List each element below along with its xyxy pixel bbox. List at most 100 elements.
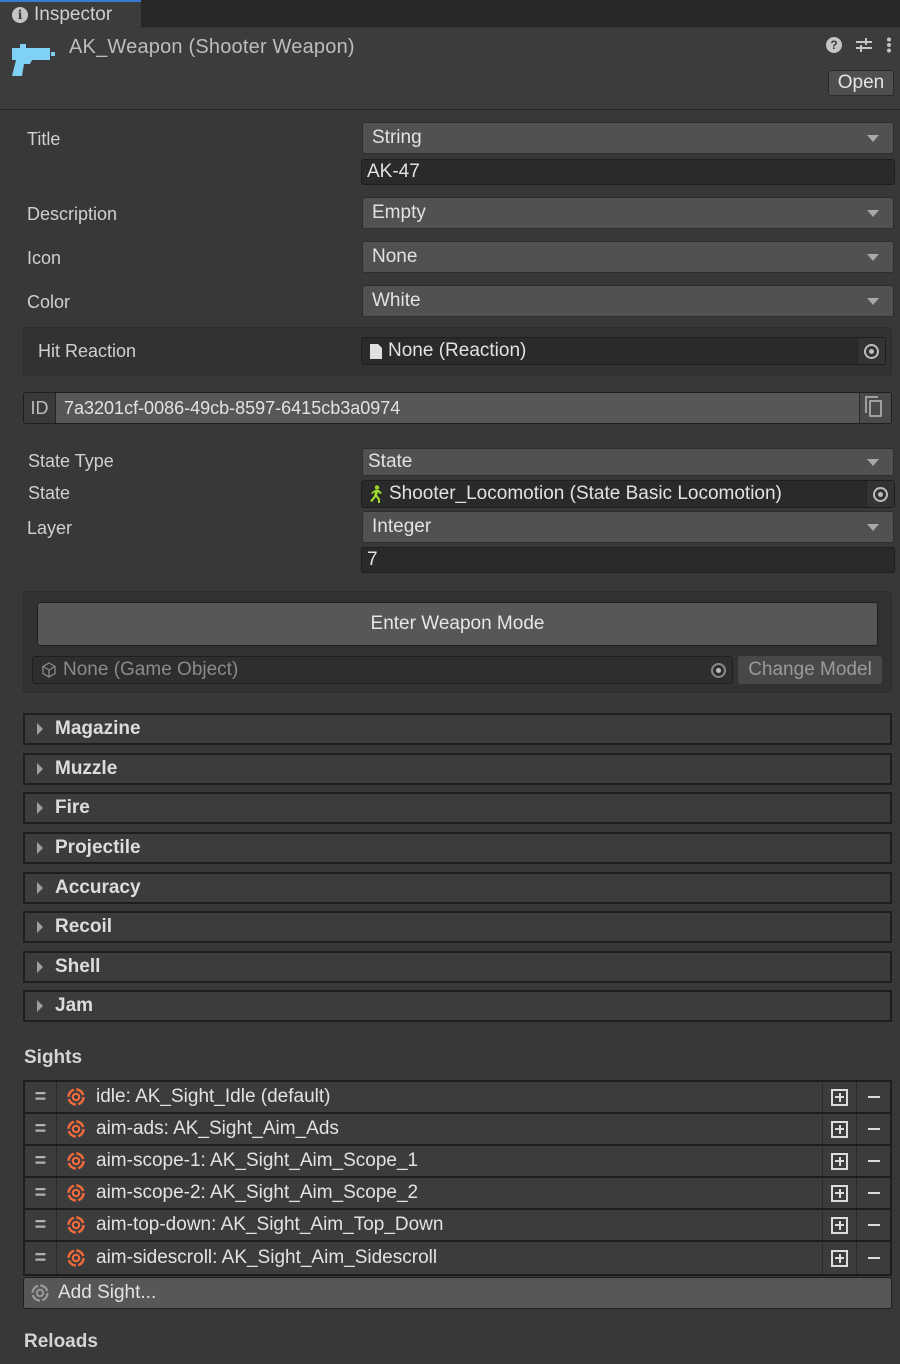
sight-target-icon [67, 1088, 85, 1106]
drag-handle-icon[interactable]: = [25, 1146, 57, 1176]
title-type-dropdown[interactable]: String [362, 122, 894, 154]
sight-target-icon [67, 1216, 85, 1234]
state-type-dropdown[interactable]: State [362, 448, 894, 476]
foldout-label: Muzzle [55, 758, 118, 779]
chevron-down-icon [867, 135, 879, 142]
sight-target-icon [31, 1284, 49, 1302]
expand-button[interactable] [822, 1114, 856, 1144]
tab-inspector[interactable]: i Inspector [0, 0, 141, 28]
model-field[interactable]: None (Game Object) [32, 656, 733, 684]
state-type-label: State Type [28, 451, 114, 471]
sight-label: aim-sidescroll: AK_Sight_Aim_Sidescroll [96, 1247, 438, 1268]
color-label: Color [27, 292, 71, 312]
object-picker-button[interactable] [704, 657, 732, 683]
sight-target-icon [67, 1152, 85, 1170]
foldout-label: Shell [55, 956, 101, 977]
foldout-recoil[interactable]: Recoil [23, 911, 892, 943]
expand-button[interactable] [822, 1082, 856, 1112]
object-picker-button[interactable] [857, 338, 885, 364]
open-button[interactable]: Open [828, 70, 894, 96]
expand-button[interactable] [822, 1242, 856, 1274]
foldout-label: Fire [55, 797, 90, 818]
caret-right-icon [37, 802, 43, 814]
foldout-label: Recoil [55, 916, 113, 937]
expand-button[interactable] [822, 1178, 856, 1208]
sight-row[interactable]: = idle: AK_Sight_Idle (default) [25, 1082, 890, 1114]
caret-right-icon [37, 842, 43, 854]
icon-label: Icon [27, 248, 62, 268]
foldout-label: Jam [55, 995, 94, 1016]
enter-weapon-mode-button[interactable]: Enter Weapon Mode [37, 602, 878, 646]
foldout-shell[interactable]: Shell [23, 951, 892, 983]
chevron-down-icon [867, 524, 879, 531]
foldout-label: Projectile [55, 837, 141, 858]
state-field[interactable]: Shooter_Locomotion (State Basic Locomoti… [361, 480, 895, 508]
object-picker-button[interactable] [866, 481, 894, 507]
foldout-jam[interactable]: Jam [23, 990, 892, 1022]
add-sight-button[interactable]: Add Sight... [23, 1277, 892, 1309]
id-value[interactable]: 7a3201cf-0086-49cb-8597-6415cb3a0974 [56, 393, 859, 423]
layer-input-value: 7 [367, 549, 378, 570]
sights-list: = idle: AK_Sight_Idle (default) = aim-ad… [23, 1080, 892, 1276]
chevron-down-icon [867, 459, 879, 466]
hit-reaction-value: None (Reaction) [388, 340, 527, 361]
model-value: None (Game Object) [63, 659, 239, 680]
more-vertical-icon[interactable] [886, 37, 892, 53]
copy-button[interactable] [859, 393, 891, 423]
minus-icon [867, 1192, 880, 1194]
hit-reaction-field[interactable]: None (Reaction) [361, 337, 886, 365]
sight-row[interactable]: = aim-scope-2: AK_Sight_Aim_Scope_2 [25, 1178, 890, 1210]
object-title: AK_Weapon (Shooter Weapon) [69, 36, 355, 58]
target-picker-icon [873, 486, 888, 502]
settings-sliders-icon[interactable] [856, 37, 872, 53]
change-model-button[interactable]: Change Model [738, 656, 882, 684]
target-picker-icon [864, 343, 879, 359]
header-actions: ? [826, 37, 892, 53]
expand-button[interactable] [822, 1146, 856, 1176]
chevron-down-icon [867, 210, 879, 217]
pistol-icon [12, 44, 55, 76]
color-value: White [372, 290, 421, 311]
description-dropdown[interactable]: Empty [362, 197, 894, 229]
drag-handle-icon[interactable]: = [25, 1242, 57, 1274]
remove-button[interactable] [856, 1242, 890, 1274]
document-icon [370, 343, 382, 359]
expand-button[interactable] [822, 1210, 856, 1240]
icon-dropdown[interactable]: None [362, 241, 894, 273]
icon-value: None [372, 246, 418, 267]
color-dropdown[interactable]: White [362, 285, 894, 317]
drag-handle-icon[interactable]: = [25, 1082, 57, 1112]
remove-button[interactable] [856, 1210, 890, 1240]
sight-label: idle: AK_Sight_Idle (default) [96, 1086, 331, 1107]
sight-row[interactable]: = aim-top-down: AK_Sight_Aim_Top_Down [25, 1210, 890, 1242]
foldout-magazine[interactable]: Magazine [23, 713, 892, 745]
copy-icon [865, 395, 882, 417]
help-icon[interactable]: ? [826, 37, 842, 53]
layer-input[interactable]: 7 [361, 547, 895, 573]
foldout-accuracy[interactable]: Accuracy [23, 872, 892, 904]
sights-title: Sights [24, 1047, 83, 1068]
drag-handle-icon[interactable]: = [25, 1178, 57, 1208]
remove-button[interactable] [856, 1146, 890, 1176]
state-value: Shooter_Locomotion (State Basic Locomoti… [389, 483, 782, 504]
layer-label: Layer [27, 518, 73, 538]
minus-icon [867, 1257, 880, 1259]
minus-icon [867, 1224, 880, 1226]
remove-button[interactable] [856, 1082, 890, 1112]
description-value: Empty [372, 202, 426, 223]
sight-row[interactable]: = aim-sidescroll: AK_Sight_Aim_Sidescrol… [25, 1242, 890, 1274]
plus-box-icon [831, 1152, 848, 1170]
foldout-muzzle[interactable]: Muzzle [23, 753, 892, 785]
layer-type-dropdown[interactable]: Integer [362, 511, 894, 543]
foldout-projectile[interactable]: Projectile [23, 832, 892, 864]
drag-handle-icon[interactable]: = [25, 1210, 57, 1240]
title-input[interactable]: AK-47 [361, 159, 895, 185]
drag-handle-icon[interactable]: = [25, 1114, 57, 1144]
foldout-fire[interactable]: Fire [23, 792, 892, 824]
sight-row[interactable]: = aim-ads: AK_Sight_Aim_Ads [25, 1114, 890, 1146]
remove-button[interactable] [856, 1178, 890, 1208]
tab-label: Inspector [34, 4, 113, 25]
foldout-label: Accuracy [55, 877, 141, 898]
remove-button[interactable] [856, 1114, 890, 1144]
sight-row[interactable]: = aim-scope-1: AK_Sight_Aim_Scope_1 [25, 1146, 890, 1178]
